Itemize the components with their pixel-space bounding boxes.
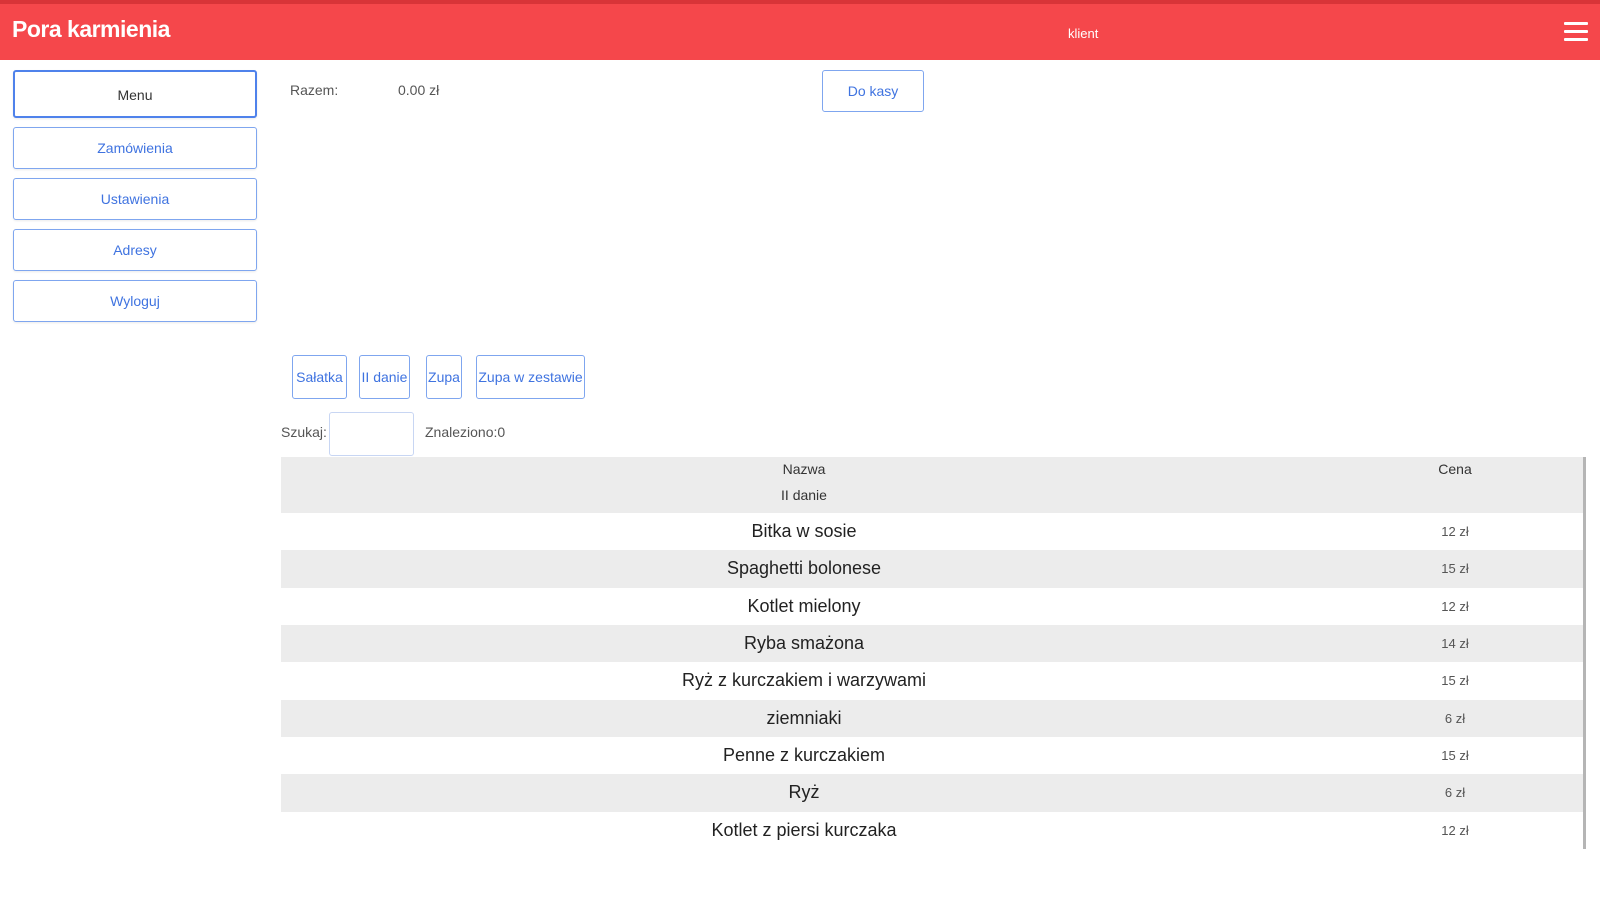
dish-name: Penne z kurczakiem [281, 736, 1327, 775]
search-label: Szukaj: [281, 424, 327, 440]
category-tab-soup-set[interactable]: Zupa w zestawie [476, 355, 585, 399]
dish-name: Kotlet mielony [281, 587, 1327, 625]
category-tab-soup[interactable]: Zupa [426, 355, 462, 399]
table-row[interactable]: Spaghetti bolonese 15 zł [281, 550, 1585, 588]
table-header-row: Nazwa II danie Cena [281, 457, 1585, 513]
dish-price: 6 zł [1327, 774, 1585, 812]
menu-table: Nazwa II danie Cena Bitka w sosie 12 zł … [281, 457, 1586, 849]
table-row[interactable]: Kotlet mielony 12 zł [281, 587, 1585, 625]
app-title: Pora karmienia [12, 16, 170, 42]
top-bar: Pora karmienia klient [0, 0, 1600, 60]
dish-name: Ryż z kurczakiem i warzywami [281, 662, 1327, 700]
dish-price: 12 zł [1327, 811, 1585, 849]
dish-price: 12 zł [1327, 587, 1585, 625]
column-header-category: II danie [781, 487, 827, 503]
dish-name: Kotlet z piersi kurczaka [281, 811, 1327, 849]
hamburger-icon[interactable] [1564, 22, 1588, 46]
dish-price: 12 zł [1327, 513, 1585, 551]
dish-name: ziemniaki [281, 699, 1327, 737]
dish-price: 15 zł [1327, 550, 1585, 588]
column-header-name[interactable]: Nazwa II danie [281, 457, 1327, 513]
dish-price: 6 zł [1327, 699, 1585, 737]
category-tab-main-course[interactable]: II danie [359, 355, 410, 399]
search-input[interactable] [329, 412, 414, 456]
table-row[interactable]: Ryż z kurczakiem i warzywami 15 zł [281, 662, 1585, 700]
dish-name: Ryż [281, 774, 1327, 812]
cart-total-label: Razem: [290, 82, 339, 98]
sidebar: Menu Zamówienia Ustawienia Adresy Wylogu… [13, 70, 257, 331]
table-row[interactable]: Penne z kurczakiem 15 zł [281, 736, 1585, 775]
category-tab-salad[interactable]: Sałatka [292, 355, 347, 399]
checkout-button[interactable]: Do kasy [822, 70, 924, 112]
sidebar-item-settings[interactable]: Ustawienia [13, 178, 257, 220]
column-header-name-label: Nazwa [782, 461, 826, 477]
dish-name: Bitka w sosie [281, 513, 1327, 551]
table-row[interactable]: ziemniaki 6 zł [281, 699, 1585, 737]
column-header-price[interactable]: Cena [1327, 457, 1585, 513]
dish-name: Spaghetti bolonese [281, 550, 1327, 588]
dish-price: 15 zł [1327, 736, 1585, 775]
table-row[interactable]: Ryż 6 zł [281, 774, 1585, 812]
found-count: Znaleziono:0 [425, 424, 506, 440]
sidebar-item-orders[interactable]: Zamówienia [13, 127, 257, 169]
sidebar-item-menu[interactable]: Menu [13, 70, 257, 118]
table-row[interactable]: Ryba smażona 14 zł [281, 624, 1585, 663]
user-role-label: klient [1068, 26, 1099, 41]
sidebar-item-logout[interactable]: Wyloguj [13, 280, 257, 322]
sidebar-item-addresses[interactable]: Adresy [13, 229, 257, 271]
dish-name: Ryba smażona [281, 624, 1327, 663]
cart-total-value: 0.00 zł [398, 82, 440, 98]
table-row[interactable]: Bitka w sosie 12 zł [281, 513, 1585, 551]
dish-price: 15 zł [1327, 662, 1585, 700]
dish-price: 14 zł [1327, 624, 1585, 663]
table-row[interactable]: Kotlet z piersi kurczaka 12 zł [281, 811, 1585, 849]
